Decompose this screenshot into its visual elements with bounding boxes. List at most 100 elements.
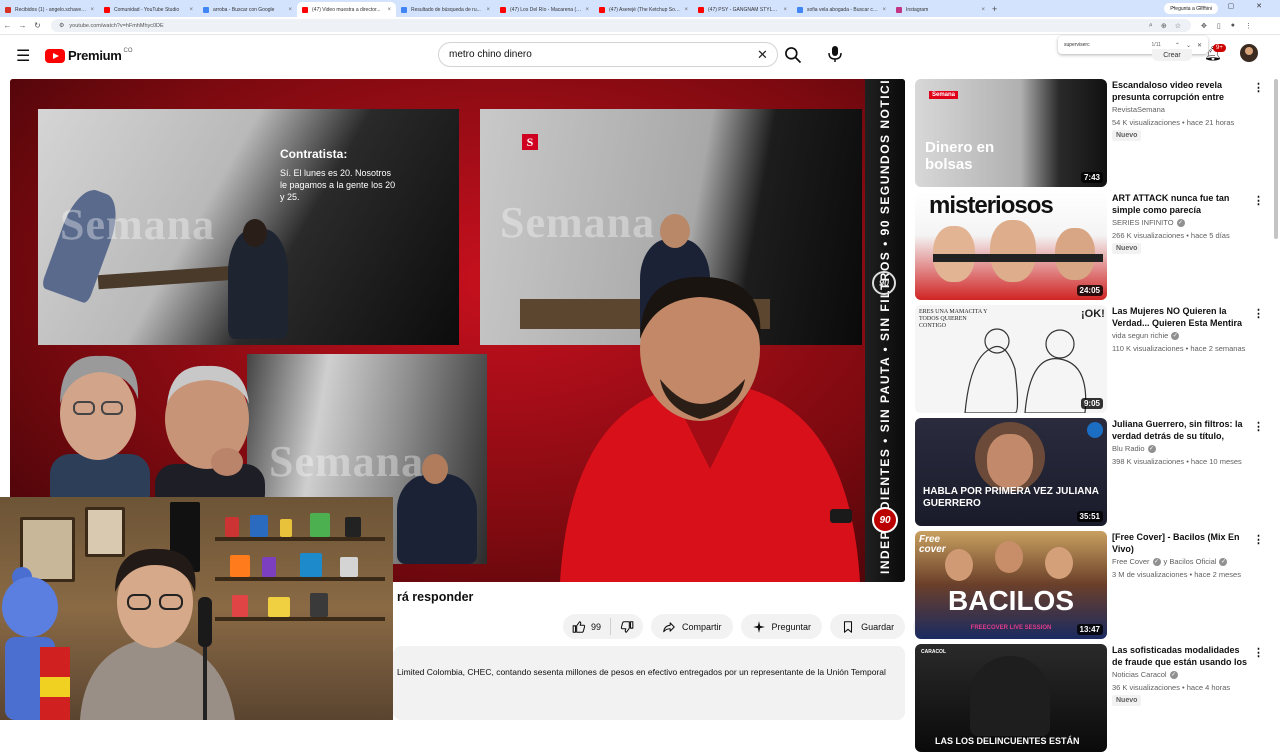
save-button[interactable]: Guardar <box>830 614 906 639</box>
forward-icon[interactable]: → <box>15 21 30 30</box>
channel-name[interactable]: Noticias Caracol <box>1112 670 1167 679</box>
politician-man-photo <box>155 365 265 504</box>
create-button[interactable]: Crear <box>1152 49 1192 61</box>
recommendation-card[interactable]: HABLA POR PRIMERA VEZ JULIANA GUERRERO 35… <box>915 418 1264 526</box>
ask-button[interactable]: Preguntar <box>740 614 823 639</box>
video-thumbnail[interactable]: ERES UNA MAMACITA Y TODOS QUIEREN CONTIG… <box>915 305 1107 413</box>
browser-tab[interactable]: Resultado de búsqueda de ru... × <box>396 2 495 17</box>
video-thumbnail[interactable]: misteriosos 24:05 <box>915 192 1107 300</box>
browser-tab[interactable]: (47) Los Del Río - Macarena (L... × <box>495 2 594 17</box>
profile-icon[interactable]: ● <box>1231 22 1235 30</box>
like-button[interactable]: 99 <box>563 618 612 635</box>
video-thumbnail[interactable]: Semana Dinero en bolsas 7:43 <box>915 79 1107 187</box>
channel-name[interactable]: vida segun richie <box>1112 331 1168 340</box>
bookmark-star-icon[interactable]: ☆ <box>1175 22 1181 30</box>
browser-tab[interactable]: Comunidad - YouTube Studio × <box>99 2 198 17</box>
thumb-text: Dinero en bolsas <box>925 139 995 173</box>
search-page-icon[interactable]: ⌕ <box>1149 22 1153 30</box>
tab-close-icon[interactable]: × <box>981 7 985 13</box>
description-box[interactable] <box>393 646 905 720</box>
tab-close-icon[interactable]: × <box>189 7 193 13</box>
tab-close-icon[interactable]: × <box>387 7 391 13</box>
more-options-icon[interactable]: ⋮ <box>1253 307 1264 320</box>
tab-favicon-icon <box>302 6 308 13</box>
clear-search-icon[interactable]: ✕ <box>757 47 768 63</box>
video-thumbnail[interactable]: HABLA POR PRIMERA VEZ JULIANA GUERRERO 35… <box>915 418 1107 526</box>
voice-search-button[interactable] <box>822 41 848 67</box>
tab-close-icon[interactable]: × <box>684 7 688 13</box>
video-thumbnail[interactable]: Free cover BACILOS FREECOVER LIVE SESSION 1… <box>915 531 1107 639</box>
ninety-seconds-badge: 90 <box>872 507 898 533</box>
channel-name[interactable]: Blu Radio <box>1112 444 1145 453</box>
browser-tab[interactable]: (47) Aserejé (The Ketchup Song... × <box>594 2 693 17</box>
search-icon[interactable] <box>783 45 803 65</box>
window-controls[interactable]: ⌄ — ▢ ✕ <box>1171 2 1272 10</box>
tab-close-icon[interactable]: × <box>882 7 886 13</box>
recommendation-title[interactable]: Las Mujeres NO Quieren la Verdad... Quie… <box>1112 305 1248 329</box>
tab-close-icon[interactable]: × <box>288 7 292 13</box>
more-options-icon[interactable]: ⋮ <box>1253 81 1264 94</box>
browser-tab[interactable]: (47) PSY - GANGNAM STYLE(... × <box>693 2 792 17</box>
browser-menu-icon[interactable]: ⋮ <box>1245 22 1252 30</box>
more-options-icon[interactable]: ⋮ <box>1253 533 1264 546</box>
tab-label: (47) Aserejé (The Ketchup Song... <box>609 6 682 13</box>
browser-tab[interactable]: sofia vela abogada - Buscar co... × <box>792 2 891 17</box>
new-tab-icon[interactable]: + <box>992 4 997 14</box>
new-badge: Nuevo <box>1112 695 1142 706</box>
url-bar[interactable]: ⚙ youtube.com/watch?v=hFmhMhyc0DE ⌕ ⊕ ☆ <box>51 19 1191 32</box>
verified-check-icon: ✓ <box>1152 557 1161 566</box>
more-options-icon[interactable]: ⋮ <box>1253 646 1264 659</box>
find-prev-icon[interactable]: ⌃ <box>1175 42 1180 49</box>
back-icon[interactable]: ← <box>0 21 15 30</box>
tab-label: (47) Video muestra a director... <box>312 6 381 13</box>
find-close-icon[interactable]: ✕ <box>1197 42 1202 49</box>
video-thumbnail[interactable]: CARACOL LAS LOS DELINCUENTES ESTÁN <box>915 644 1107 752</box>
recommendation-title[interactable]: ART ATTACK nunca fue tan simple como par… <box>1112 192 1248 216</box>
channel-name[interactable]: RevistaSemana <box>1112 105 1165 114</box>
browser-tab[interactable]: (47) Video muestra a director... × <box>297 2 396 17</box>
channel-name-2[interactable]: y Bacilos Oficial <box>1164 557 1217 566</box>
dislike-button[interactable] <box>611 620 643 634</box>
tab-close-icon[interactable]: × <box>90 7 94 13</box>
page-scrollbar[interactable] <box>1274 79 1278 239</box>
recommendation-card[interactable]: CARACOL LAS LOS DELINCUENTES ESTÁN Las sof… <box>915 644 1264 752</box>
channel-name[interactable]: SERIES INFINITO <box>1112 218 1174 227</box>
new-badge: Nuevo <box>1112 130 1142 141</box>
hamburger-menu-icon[interactable]: ☰ <box>16 46 30 66</box>
extensions-icon[interactable]: ✥ <box>1201 22 1207 30</box>
browser-tab[interactable]: arroba - Buscar con Google × <box>198 2 297 17</box>
verified-check-icon: ✓ <box>1219 557 1228 566</box>
tab-label: (47) PSY - GANGNAM STYLE(... <box>708 6 781 13</box>
find-next-icon[interactable]: ⌄ <box>1186 42 1191 49</box>
site-info-icon[interactable]: ⚙ <box>59 22 64 29</box>
tab-close-icon[interactable]: × <box>783 7 787 13</box>
recommendation-title[interactable]: [Free Cover] - Bacilos (Mix En Vivo) <box>1112 531 1248 555</box>
channel-name[interactable]: Free Cover <box>1112 557 1150 566</box>
recommendation-title[interactable]: Escandaloso video revela presunta corrup… <box>1112 79 1248 103</box>
video-title: rá responder <box>397 590 474 604</box>
search-input[interactable] <box>449 49 739 60</box>
install-icon[interactable]: ⊕ <box>1161 22 1167 30</box>
recommendation-title[interactable]: Las sofisticadas modalidades de fraude q… <box>1112 644 1248 668</box>
tab-label: Resultado de búsqueda de ru... <box>411 6 481 13</box>
more-options-icon[interactable]: ⋮ <box>1253 420 1264 433</box>
video-meta: 110 K visualizaciones • hace 2 semanas <box>1112 344 1246 353</box>
tab-close-icon[interactable]: × <box>585 7 589 13</box>
more-options-icon[interactable]: ⋮ <box>1253 194 1264 207</box>
account-avatar[interactable] <box>1240 44 1258 62</box>
find-query[interactable]: superviserc <box>1064 42 1152 48</box>
recommendation-card[interactable]: misteriosos 24:05 ART ATTACK nunca fue tan… <box>915 192 1264 300</box>
recommendation-card[interactable]: Free cover BACILOS FREECOVER LIVE SESSION 1… <box>915 531 1264 639</box>
tab-close-icon[interactable]: × <box>486 7 490 13</box>
browser-tab[interactable]: Instagram × <box>891 2 990 17</box>
sidepanel-icon[interactable]: ▯ <box>1217 22 1221 30</box>
reload-icon[interactable]: ↻ <box>30 21 45 30</box>
recommendation-card[interactable]: ERES UNA MAMACITA Y TODOS QUIEREN CONTIG… <box>915 305 1264 413</box>
tab-label: arroba - Buscar con Google <box>213 6 275 13</box>
recommendation-title[interactable]: Juliana Guerrero, sin filtros: la verdad… <box>1112 418 1248 442</box>
youtube-premium-logo[interactable]: Premium CO <box>45 48 133 63</box>
ask-label: Preguntar <box>771 621 812 632</box>
share-button[interactable]: Compartir <box>651 614 733 639</box>
browser-tab[interactable]: Recibidos (1) - angelo.schavez... × <box>0 2 99 17</box>
recommendation-card[interactable]: Semana Dinero en bolsas 7:43 Escandaloso vi… <box>915 79 1264 187</box>
